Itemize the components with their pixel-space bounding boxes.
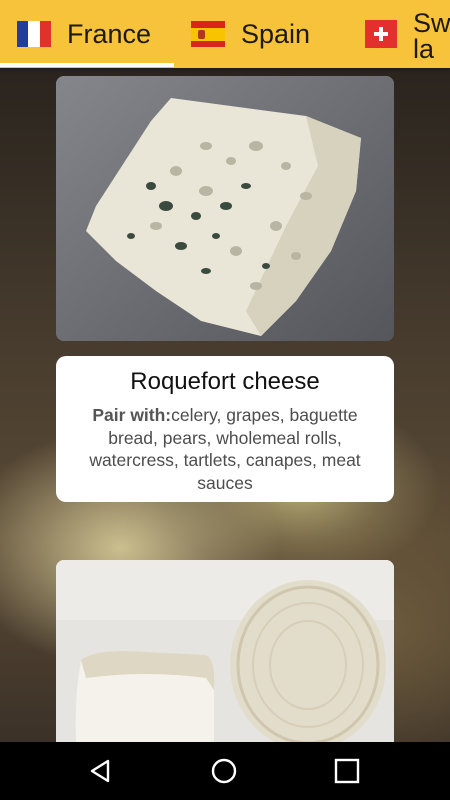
home-icon[interactable] [209, 756, 239, 786]
cheese-pairing: Pair with:celery, grapes, baguette bread… [74, 404, 376, 494]
switzerland-flag-icon [365, 20, 397, 48]
tab-label: France [67, 18, 152, 49]
roquefort-cheese-image[interactable] [56, 76, 394, 341]
recents-icon[interactable] [332, 756, 362, 786]
tab-france[interactable]: France [17, 0, 151, 68]
tab-spain[interactable]: Spain [191, 0, 310, 68]
france-flag-icon [17, 21, 51, 47]
pair-with-label: Pair with: [92, 405, 172, 425]
system-navigation-bar [0, 742, 450, 800]
tab-label: Swi la [413, 8, 450, 64]
cheese-info-card: Roquefort cheese Pair with:celery, grape… [56, 356, 394, 502]
spain-flag-icon [191, 21, 225, 47]
selected-tab-indicator [0, 63, 174, 67]
tab-switzerland[interactable]: Swi la [365, 0, 450, 68]
cheese-title: Roquefort cheese [130, 368, 320, 395]
cheese-image-2[interactable] [56, 560, 394, 742]
back-icon[interactable] [86, 756, 116, 786]
tab-label: Spain [241, 18, 311, 49]
country-tab-bar: France Spain Swi la [0, 0, 450, 68]
